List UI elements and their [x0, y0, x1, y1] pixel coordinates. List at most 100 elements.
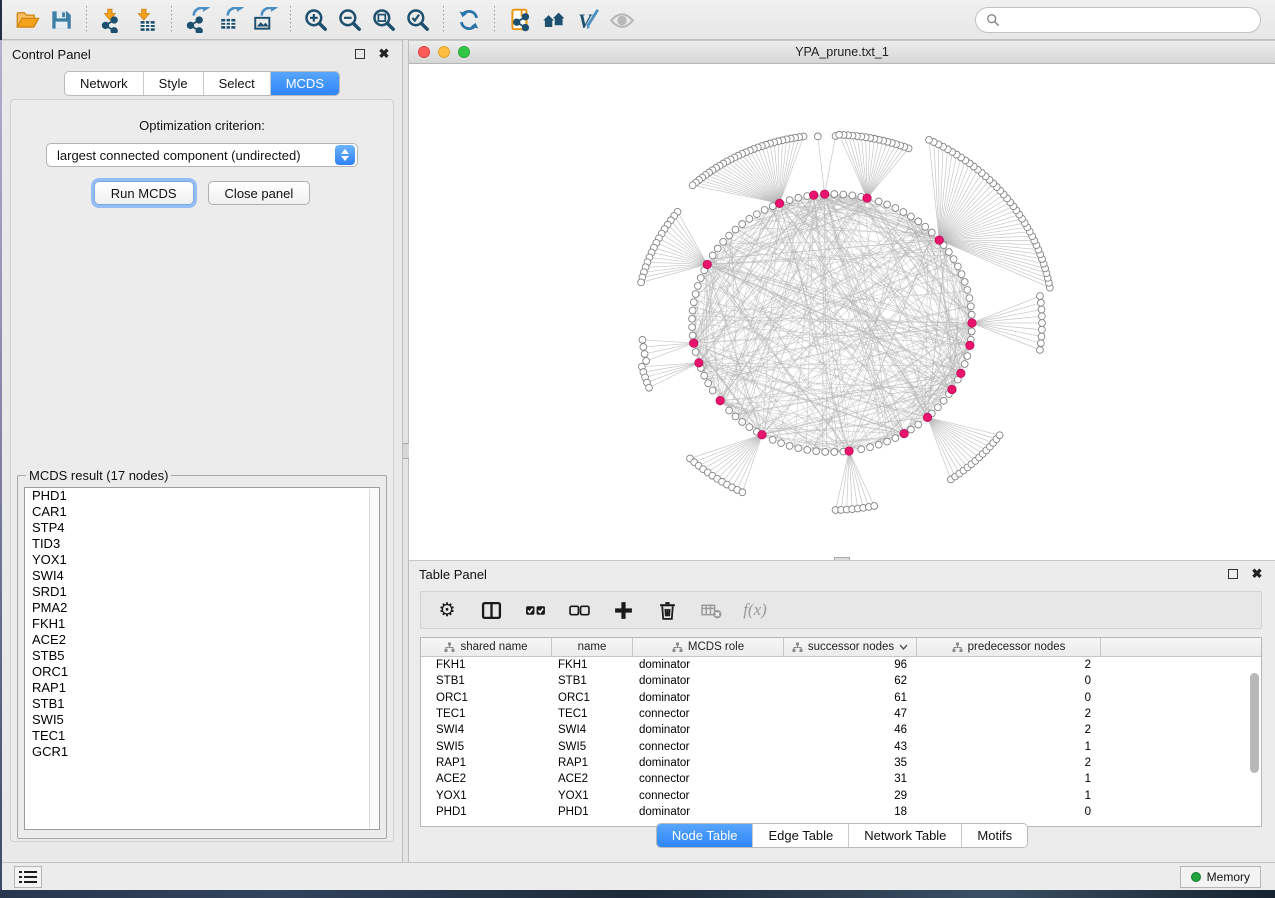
network-node[interactable]: [689, 324, 696, 331]
mcds-result-item[interactable]: STB1: [25, 696, 379, 712]
mcds-result-item[interactable]: STP4: [25, 520, 379, 536]
network-node[interactable]: [1037, 340, 1044, 347]
network-node[interactable]: [639, 336, 646, 343]
minimize-window-icon[interactable]: [438, 46, 450, 58]
column-header-predecessor-nodes[interactable]: predecessor nodes: [917, 638, 1101, 656]
table-tab-motifs[interactable]: Motifs: [962, 824, 1027, 847]
search-box[interactable]: [975, 7, 1261, 33]
close-panel-button[interactable]: Close panel: [208, 181, 311, 205]
network-node[interactable]: [695, 283, 702, 290]
memory-button[interactable]: Memory: [1180, 866, 1261, 888]
run-mcds-button[interactable]: Run MCDS: [94, 181, 194, 205]
mcds-result-item[interactable]: TID3: [25, 536, 379, 552]
table-row[interactable]: SWI5SWI5connector431: [421, 738, 1261, 754]
network-hub-node[interactable]: [690, 339, 698, 347]
column-header-MCDS-role[interactable]: MCDS role: [633, 638, 784, 656]
network-node[interactable]: [1037, 347, 1044, 354]
mcds-result-item[interactable]: FKH1: [25, 616, 379, 632]
mcds-result-item[interactable]: PMA2: [25, 600, 379, 616]
column-header-successor-nodes[interactable]: successor nodes: [784, 638, 917, 656]
network-node[interactable]: [954, 263, 961, 270]
table-tab-network-table[interactable]: Network Table: [849, 824, 962, 847]
network-node[interactable]: [926, 136, 933, 143]
network-node[interactable]: [908, 426, 915, 433]
zoom-fit-icon[interactable]: [367, 4, 401, 36]
table-row[interactable]: PHD1PHD1dominator180: [421, 804, 1261, 820]
network-hub-node[interactable]: [845, 447, 853, 455]
export-image-icon[interactable]: [248, 4, 282, 36]
select-all-icon[interactable]: [523, 598, 547, 622]
table-row[interactable]: RAP1RAP1dominator352: [421, 755, 1261, 771]
mcds-result-item[interactable]: SWI4: [25, 568, 379, 584]
network-node[interactable]: [958, 271, 965, 278]
table-row[interactable]: ORC1ORC1dominator610: [421, 690, 1261, 706]
mcds-result-item[interactable]: ORC1: [25, 664, 379, 680]
network-node[interactable]: [705, 380, 712, 387]
network-hub-node[interactable]: [703, 260, 711, 268]
close-panel-icon[interactable]: ✖: [376, 46, 392, 62]
network-node[interactable]: [739, 489, 746, 496]
network-node[interactable]: [689, 182, 696, 189]
network-node[interactable]: [1037, 299, 1044, 306]
network-node[interactable]: [701, 372, 708, 379]
network-node[interactable]: [1038, 326, 1045, 333]
network-node[interactable]: [689, 332, 696, 339]
apply-layout-icon[interactable]: [452, 4, 486, 36]
table-tab-edge-table[interactable]: Edge Table: [753, 824, 849, 847]
network-node[interactable]: [1037, 293, 1044, 300]
first-neighbors-icon[interactable]: [537, 4, 571, 36]
network-node[interactable]: [935, 404, 942, 411]
column-header-name[interactable]: name: [552, 638, 633, 656]
network-node[interactable]: [640, 344, 647, 351]
network-node[interactable]: [968, 328, 975, 335]
open-session-icon[interactable]: [10, 4, 44, 36]
network-hub-node[interactable]: [716, 396, 724, 404]
network-hub-node[interactable]: [900, 429, 908, 437]
clone-network-icon[interactable]: [503, 4, 537, 36]
network-node[interactable]: [786, 197, 793, 204]
vizmapper-icon[interactable]: V: [571, 4, 605, 36]
network-node[interactable]: [1038, 313, 1045, 320]
network-node[interactable]: [964, 353, 971, 360]
close-table-panel-icon[interactable]: ✖: [1249, 566, 1265, 582]
mcds-result-item[interactable]: RAP1: [25, 680, 379, 696]
network-node[interactable]: [795, 194, 802, 201]
network-hub-node[interactable]: [775, 199, 783, 207]
network-hub-node[interactable]: [863, 194, 871, 202]
network-node[interactable]: [875, 198, 882, 205]
network-node[interactable]: [761, 207, 768, 214]
zoom-selected-icon[interactable]: [401, 4, 435, 36]
network-node[interactable]: [961, 361, 968, 368]
mcds-result-item[interactable]: SWI5: [25, 712, 379, 728]
network-node[interactable]: [697, 275, 704, 282]
network-node[interactable]: [840, 191, 847, 198]
network-node[interactable]: [940, 397, 947, 404]
network-node[interactable]: [915, 421, 922, 428]
import-table-icon[interactable]: [129, 4, 163, 36]
network-node[interactable]: [950, 256, 957, 263]
network-node[interactable]: [996, 432, 1003, 439]
network-node[interactable]: [1038, 333, 1045, 340]
network-node[interactable]: [968, 311, 975, 318]
network-node[interactable]: [786, 443, 793, 450]
mcds-result-item[interactable]: ACE2: [25, 632, 379, 648]
column-header-shared-name[interactable]: shared name: [421, 638, 552, 656]
table-tab-node-table[interactable]: Node Table: [657, 824, 754, 847]
network-node[interactable]: [746, 424, 753, 431]
mcds-result-item[interactable]: STB5: [25, 648, 379, 664]
network-node[interactable]: [849, 192, 856, 199]
mcds-result-item[interactable]: YOX1: [25, 552, 379, 568]
unselect-all-icon[interactable]: [567, 598, 591, 622]
mcds-result-item[interactable]: TEC1: [25, 728, 379, 744]
save-session-icon[interactable]: [44, 4, 78, 36]
mcds-result-item[interactable]: GCR1: [25, 744, 379, 760]
table-scrollbar[interactable]: [1249, 659, 1259, 822]
network-node[interactable]: [961, 279, 968, 286]
network-node[interactable]: [884, 201, 891, 208]
network-node[interactable]: [822, 448, 829, 455]
network-node[interactable]: [858, 446, 865, 453]
float-panel-icon[interactable]: [352, 46, 368, 62]
network-node[interactable]: [778, 440, 785, 447]
network-node[interactable]: [967, 303, 974, 310]
network-node[interactable]: [867, 444, 874, 451]
